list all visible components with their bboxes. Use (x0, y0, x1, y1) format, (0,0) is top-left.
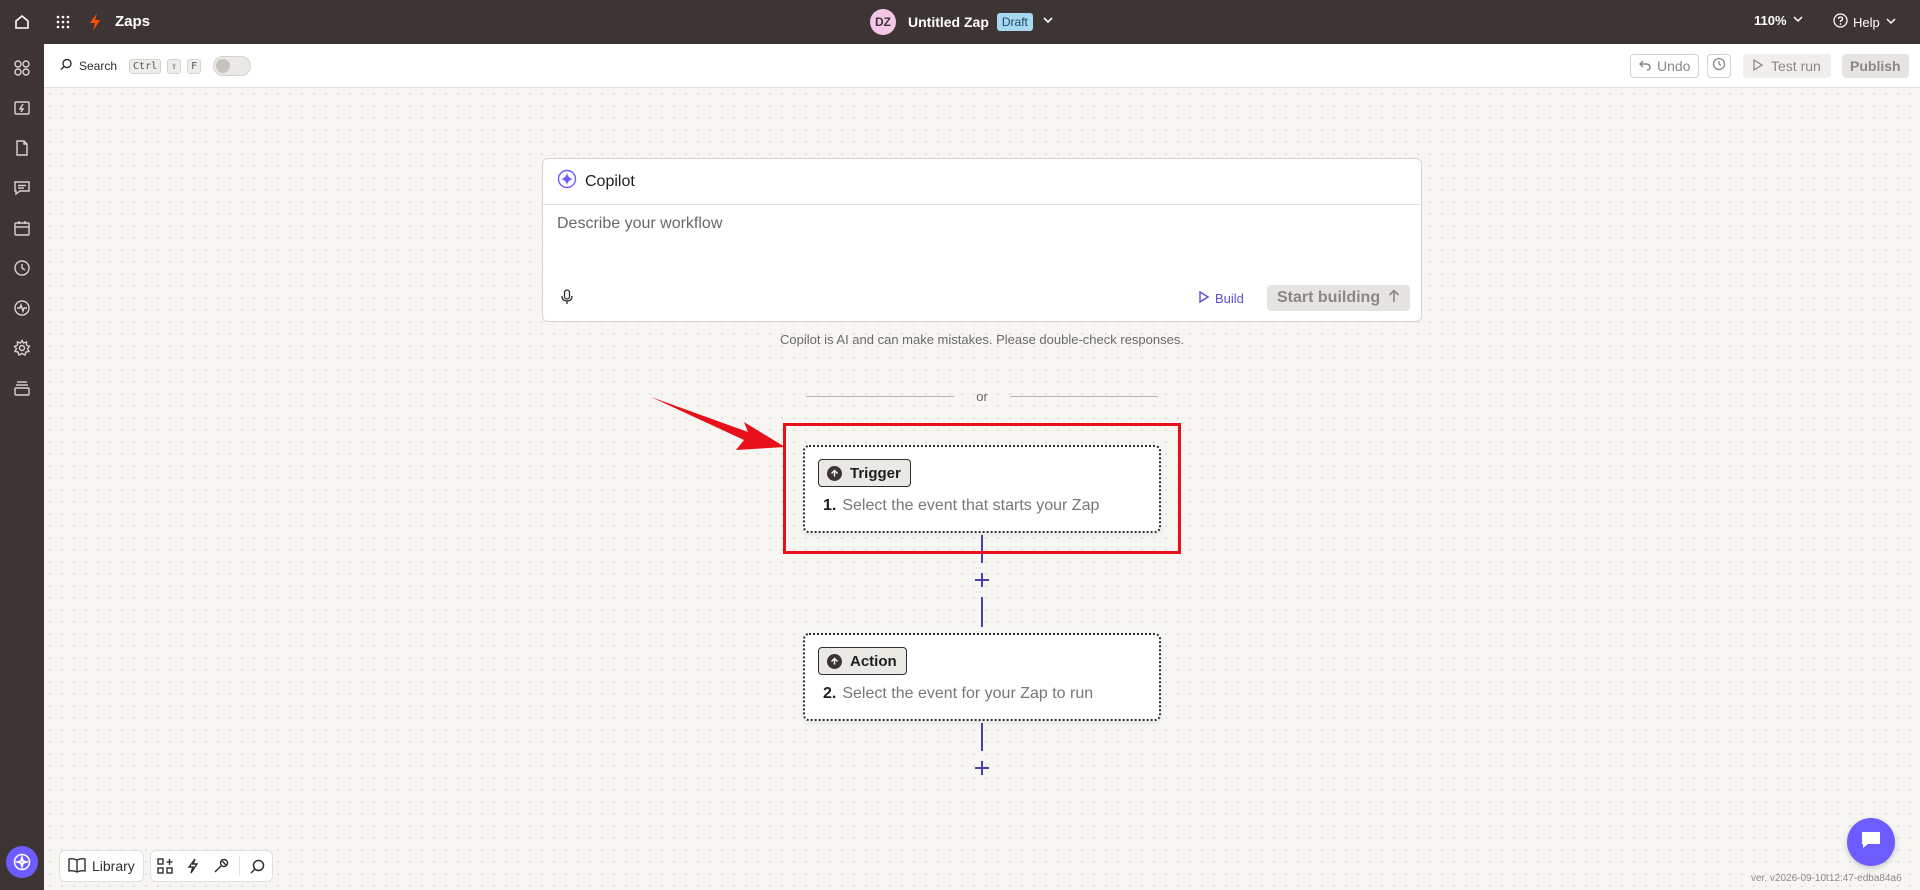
library-button[interactable]: Library (59, 850, 144, 882)
annotation-arrow-icon (651, 397, 785, 450)
add-step-plus-icon[interactable] (972, 570, 992, 590)
arrow-up-icon (1388, 288, 1400, 308)
add-widget-icon[interactable] (151, 851, 179, 881)
test-run-button[interactable]: Test run (1743, 54, 1831, 78)
search-button[interactable]: Search Ctrl ⇧ F (60, 56, 252, 76)
start-building-label: Start building (1277, 289, 1381, 306)
zaps-icon[interactable] (10, 96, 34, 120)
home-icon[interactable] (8, 8, 36, 36)
divider-line-right (1010, 396, 1158, 397)
apps-icon[interactable] (10, 56, 34, 80)
workflow-description-input[interactable]: Describe your workflow (557, 215, 722, 233)
zap-title-area[interactable]: DZ Untitled Zap Draft (870, 9, 1055, 35)
chevron-down-icon[interactable] (1041, 13, 1055, 32)
step-number: 2. (823, 685, 837, 702)
action-step-text: 2. Select the event for your Zap to run (823, 685, 1093, 703)
microphone-icon[interactable] (559, 289, 575, 305)
search-icon[interactable] (244, 851, 272, 881)
shortcut-key: F (187, 58, 202, 74)
undo-button[interactable]: Undo (1630, 54, 1700, 78)
version-history-button[interactable] (1707, 54, 1731, 78)
divider-line-left (806, 396, 954, 397)
undo-label: Undo (1657, 58, 1691, 74)
help-menu[interactable]: Help (1833, 13, 1897, 31)
copilot-title: Copilot (585, 172, 635, 190)
apps-grid-icon[interactable] (52, 11, 74, 33)
action-step-icon (827, 653, 842, 669)
search-label: Search (79, 59, 118, 73)
action-badge: Action (818, 647, 907, 675)
chevron-down-icon (1792, 13, 1804, 28)
interfaces-icon[interactable] (10, 176, 34, 200)
avatar[interactable]: DZ (870, 9, 896, 35)
test-run-label: Test run (1771, 58, 1821, 74)
trigger-highlight-box (783, 423, 1181, 554)
search-icon (60, 58, 73, 74)
chat-support-button[interactable] (1847, 818, 1895, 866)
settings-icon[interactable] (10, 336, 34, 360)
search-toggle[interactable] (213, 56, 252, 76)
history-icon[interactable] (10, 256, 34, 280)
step-description: Select the event for your Zap to run (842, 685, 1094, 702)
library-label: Library (92, 858, 135, 874)
chat-bubble-icon (1860, 830, 1882, 855)
app-name[interactable]: Zaps (115, 13, 150, 30)
bottom-toolbar: Library (59, 850, 273, 882)
version-label: ver. v2026-09-10t12:47-edba84a6 (1751, 873, 1902, 884)
copilot-header: Copilot (543, 159, 1421, 205)
tools-icon[interactable] (207, 851, 235, 881)
add-step-plus-icon[interactable] (972, 758, 992, 778)
top-bar: Zaps DZ Untitled Zap Draft 110% Help (0, 0, 1920, 44)
calendar-icon[interactable] (10, 216, 34, 240)
copilot-sparkle-icon (557, 169, 577, 194)
editor-toolbar: Search Ctrl ⇧ F Undo Test run Publish (44, 44, 1920, 88)
step-connector (981, 597, 983, 627)
compass-icon[interactable] (6, 846, 38, 878)
left-sidebar (0, 44, 44, 890)
build-button[interactable]: Build (1199, 290, 1244, 306)
zaps-bolt-icon (88, 11, 104, 33)
canvas-tools (149, 850, 273, 882)
zoom-level: 110% (1754, 13, 1787, 28)
action-step-card[interactable]: Action 2. Select the event for your Zap t… (803, 633, 1161, 721)
tables-icon[interactable] (10, 136, 34, 160)
shortcut-key: Ctrl (129, 58, 162, 74)
history-icon (1712, 57, 1726, 76)
activity-icon[interactable] (10, 296, 34, 320)
action-badge-label: Action (850, 652, 897, 670)
book-icon (68, 857, 86, 876)
play-icon (1199, 290, 1210, 306)
chevron-down-icon (1885, 15, 1897, 30)
start-building-button[interactable]: Start building (1267, 285, 1411, 311)
undo-icon (1639, 58, 1651, 74)
help-label: Help (1853, 14, 1880, 30)
help-icon (1833, 13, 1848, 31)
copilot-panel: Copilot Describe your workflow Build Sta… (542, 158, 1422, 322)
status-badge: Draft (996, 13, 1033, 31)
build-label: Build (1215, 291, 1244, 306)
shortcut-key: ⇧ (167, 58, 182, 74)
step-connector (981, 723, 983, 751)
publish-button[interactable]: Publish (1842, 54, 1909, 78)
copilot-disclaimer: Copilot is AI and can make mistakes. Ple… (780, 332, 1184, 347)
bolt-icon[interactable] (179, 851, 207, 881)
zap-name[interactable]: Untitled Zap (908, 14, 989, 30)
divider-or: or (976, 389, 988, 404)
layers-icon[interactable] (10, 376, 34, 400)
play-icon (1753, 58, 1764, 74)
zoom-control[interactable]: 110% (1754, 13, 1804, 28)
